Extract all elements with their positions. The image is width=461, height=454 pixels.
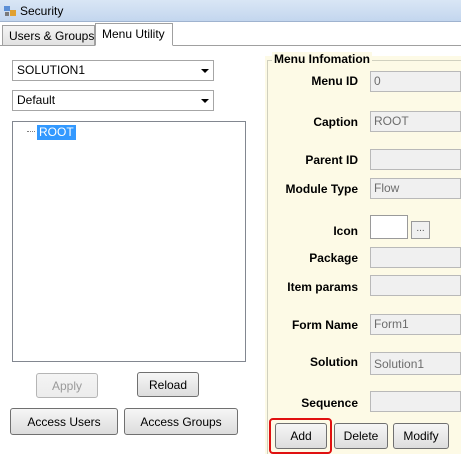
form-name-label: Form Name (291, 318, 358, 332)
access-groups-button[interactable]: Access Groups (124, 408, 238, 435)
access-users-button[interactable]: Access Users (10, 408, 118, 435)
tab-menu-utility[interactable]: Menu Utility (95, 23, 173, 46)
caption-label: Caption (313, 115, 358, 129)
menu-tree[interactable]: ROOT (12, 121, 246, 362)
parent-id-label: Parent ID (305, 153, 358, 167)
item-params-label: Item params (287, 280, 358, 294)
app-icon (4, 6, 16, 16)
menu-id-label: Menu ID (311, 74, 358, 88)
add-button-highlight (269, 418, 332, 454)
form-name-field[interactable]: Form1 (370, 314, 461, 335)
solution-select[interactable]: SOLUTION1 (12, 60, 214, 81)
layout-select-value: Default (17, 93, 56, 107)
title-bar (0, 0, 461, 22)
item-params-field[interactable] (370, 275, 461, 296)
package-label: Package (309, 251, 358, 265)
package-field[interactable] (370, 247, 461, 268)
group-border-left (267, 60, 268, 454)
sequence-field[interactable] (370, 391, 461, 412)
parent-id-field[interactable] (370, 149, 461, 170)
modify-button[interactable]: Modify (393, 423, 449, 449)
icon-label: Icon (333, 224, 358, 238)
tab-users-groups[interactable]: Users & Groups (2, 25, 95, 46)
menu-id-field[interactable]: 0 (370, 71, 461, 92)
menu-info-group-title: Menu Infomation (272, 52, 372, 66)
reload-button[interactable]: Reload (137, 372, 199, 397)
sequence-label: Sequence (301, 396, 358, 410)
icon-preview (370, 215, 408, 239)
module-type-label: Module Type (285, 182, 358, 196)
solution-select-value: SOLUTION1 (17, 63, 86, 77)
tree-connector (27, 131, 35, 132)
chevron-down-icon (201, 69, 209, 73)
layout-select[interactable]: Default (12, 90, 214, 111)
delete-button[interactable]: Delete (334, 423, 388, 449)
caption-field[interactable]: ROOT (370, 111, 461, 132)
module-type-field[interactable]: Flow (370, 178, 461, 199)
window-title: Security (20, 4, 64, 18)
solution-field[interactable]: Solution1 (370, 352, 461, 375)
chevron-down-icon (201, 99, 209, 103)
tree-node-root[interactable]: ROOT (37, 125, 76, 140)
icon-browse-button[interactable]: ... (411, 221, 430, 239)
apply-button[interactable]: Apply (36, 373, 98, 398)
solution-label: Solution (310, 355, 358, 369)
